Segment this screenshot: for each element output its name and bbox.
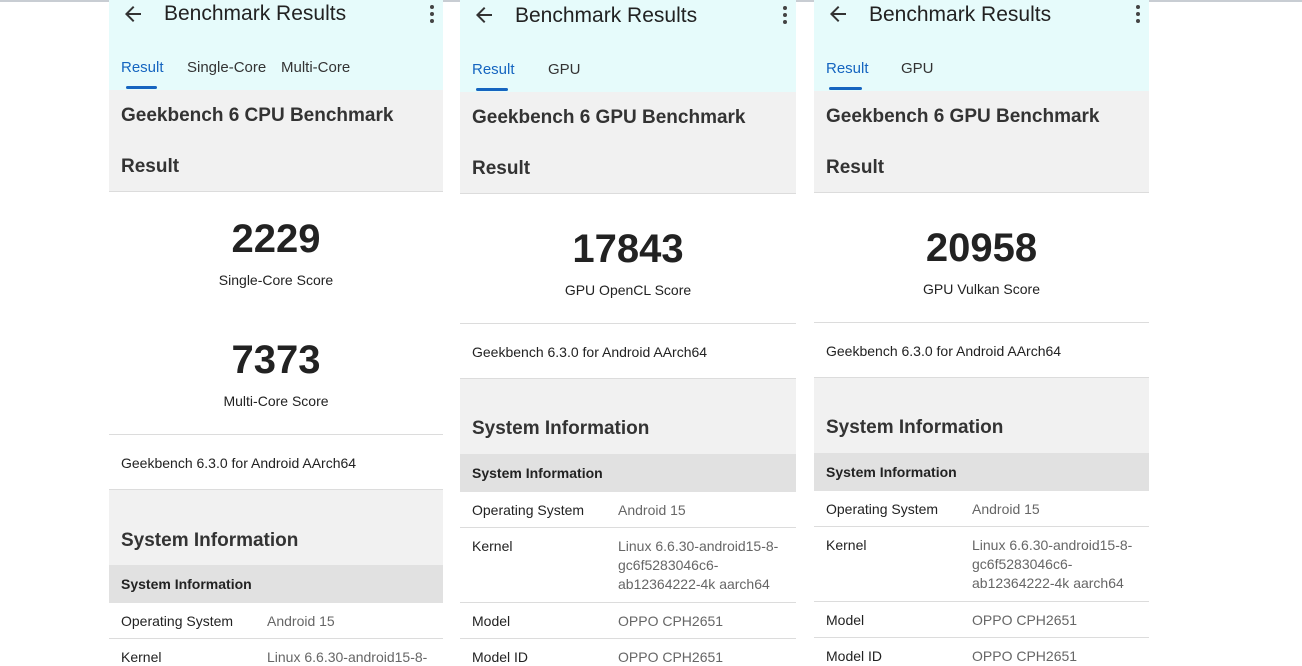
- row-key-model: Model: [472, 613, 511, 629]
- tab-indicator: [829, 87, 862, 90]
- tab-multi-core[interactable]: Multi-Core: [281, 59, 350, 76]
- app-title: Benchmark Results: [515, 4, 698, 27]
- single-core-score-label: Single-Core Score: [218, 272, 334, 288]
- gpu-vulkan-score: 20958: [925, 226, 1038, 270]
- tab-result[interactable]: Result: [826, 60, 869, 77]
- tab-gpu[interactable]: GPU: [901, 60, 934, 77]
- divider: [460, 638, 796, 639]
- row-value-kernel-line-1: Linux 6.6.30-android15-8-: [618, 538, 779, 554]
- row-value-operating-system: Android 15: [618, 502, 686, 518]
- benchmark-title: Geekbench 6 CPU Benchmark: [121, 105, 394, 126]
- tab-single-core[interactable]: Single-Core: [187, 59, 266, 76]
- tab-result[interactable]: Result: [121, 59, 164, 76]
- app-bar: Benchmark Results Result Single-Core Mul…: [109, 0, 443, 90]
- system-info-subheader: System Information: [460, 454, 796, 492]
- system-info-subheader: System Information: [814, 453, 1149, 491]
- multi-core-score: 7373: [231, 338, 321, 382]
- row-value-model-id: OPPO CPH2651: [618, 649, 724, 665]
- system-info-subheader-label: System Information: [121, 576, 252, 592]
- benchmark-title: Geekbench 6 GPU Benchmark: [472, 107, 746, 128]
- system-info-title: System Information: [826, 417, 1004, 438]
- cpu-results-panel: Benchmark Results Result Single-Core Mul…: [109, 0, 443, 666]
- gpu-opencl-score: 17843: [572, 227, 684, 271]
- more-vert-icon[interactable]: [423, 2, 441, 26]
- single-core-score: 2229: [231, 217, 321, 261]
- back-arrow-icon[interactable]: [826, 2, 850, 26]
- app-title: Benchmark Results: [869, 3, 1052, 26]
- divider: [814, 526, 1149, 527]
- row-value-operating-system: Android 15: [972, 501, 1040, 517]
- row-value-model: OPPO CPH2651: [618, 613, 724, 629]
- row-value-operating-system: Android 15: [267, 613, 335, 629]
- result-heading: Result: [472, 158, 531, 179]
- row-value-kernel-line-3: ab12364222-4k aarch64: [618, 576, 770, 592]
- system-info-title: System Information: [472, 418, 650, 439]
- app-bar: Benchmark Results Result GPU: [460, 0, 796, 92]
- back-arrow-icon[interactable]: [121, 2, 145, 26]
- row-key-model-id: Model ID: [472, 649, 529, 665]
- divider: [814, 192, 1149, 193]
- tab-indicator: [126, 86, 157, 89]
- row-value-kernel-line-2: gc6f5283046c6-: [618, 557, 719, 573]
- divider: [109, 191, 443, 192]
- geekbench-version: Geekbench 6.3.0 for Android AArch64: [826, 343, 1062, 359]
- system-info-section: [460, 379, 796, 454]
- row-key-kernel: Kernel: [121, 649, 162, 665]
- gpu-opencl-score-label: GPU OpenCL Score: [564, 282, 692, 298]
- gpu-vulkan-score-label: GPU Vulkan Score: [923, 281, 1040, 297]
- app-bar: Benchmark Results Result GPU: [814, 0, 1149, 91]
- more-vert-icon[interactable]: [776, 3, 794, 27]
- row-value-model: OPPO CPH2651: [972, 612, 1078, 628]
- divider: [460, 602, 796, 603]
- app-title: Benchmark Results: [164, 2, 347, 25]
- divider: [814, 637, 1149, 638]
- divider: [460, 193, 796, 194]
- divider: [460, 527, 796, 528]
- row-key-model: Model: [826, 612, 865, 628]
- divider: [109, 638, 443, 639]
- divider: [814, 322, 1149, 323]
- result-heading: Result: [121, 156, 180, 177]
- tab-result[interactable]: Result: [472, 61, 515, 78]
- row-key-kernel: Kernel: [472, 538, 513, 554]
- row-key-operating-system: Operating System: [826, 501, 939, 517]
- geekbench-version: Geekbench 6.3.0 for Android AArch64: [472, 344, 708, 360]
- row-value-kernel-line-2: gc6f5283046c6-: [972, 556, 1073, 572]
- system-info-subheader-label: System Information: [472, 465, 603, 481]
- row-key-model-id: Model ID: [826, 648, 883, 664]
- back-arrow-icon[interactable]: [472, 3, 496, 27]
- result-heading: Result: [826, 157, 885, 178]
- tab-indicator: [476, 88, 508, 91]
- divider: [109, 434, 443, 435]
- system-info-subheader: System Information: [109, 565, 443, 603]
- system-info-title: System Information: [121, 530, 299, 551]
- system-info-section: [814, 378, 1149, 453]
- more-vert-icon[interactable]: [1129, 2, 1147, 26]
- row-value-model-id: OPPO CPH2651: [972, 648, 1078, 664]
- row-key-operating-system: Operating System: [121, 613, 234, 629]
- gpu-opencl-results-panel: Benchmark Results Result GPU Geekbench 6…: [460, 0, 796, 666]
- tab-gpu[interactable]: GPU: [548, 61, 581, 78]
- row-key-operating-system: Operating System: [472, 502, 585, 518]
- divider: [460, 323, 796, 324]
- system-info-subheader-label: System Information: [826, 464, 957, 480]
- row-value-kernel-line-1: Linux 6.6.30-android15-8-: [972, 537, 1133, 553]
- divider: [814, 601, 1149, 602]
- multi-core-score-label: Multi-Core Score: [223, 393, 329, 409]
- row-key-kernel: Kernel: [826, 537, 867, 553]
- row-value-kernel-line-3: ab12364222-4k aarch64: [972, 575, 1124, 591]
- gpu-vulkan-results-panel: Benchmark Results Result GPU Geekbench 6…: [814, 0, 1149, 666]
- row-value-kernel: Linux 6.6.30-android15-8-: [267, 649, 428, 665]
- geekbench-version: Geekbench 6.3.0 for Android AArch64: [121, 455, 357, 471]
- system-info-section: [109, 490, 443, 565]
- benchmark-title: Geekbench 6 GPU Benchmark: [826, 106, 1100, 127]
